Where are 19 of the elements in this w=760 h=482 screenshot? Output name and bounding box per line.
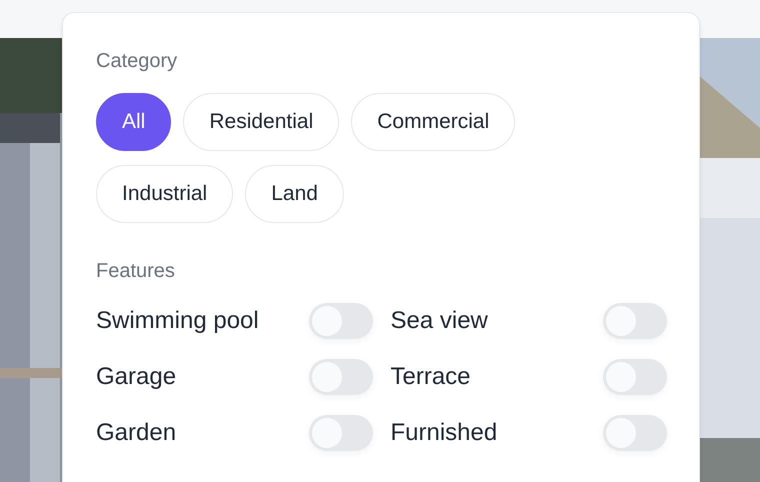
toggle-switch[interactable] [308, 303, 372, 339]
section-title: Category [96, 49, 178, 74]
toggle-switch[interactable] [308, 359, 372, 395]
toggle-switch[interactable] [308, 415, 372, 451]
section-title: Features [96, 259, 176, 284]
feature-label: Garage [96, 362, 176, 392]
feature-label: Sea view [390, 306, 488, 336]
toggle-switch[interactable] [603, 303, 667, 339]
toggle-switch[interactable] [603, 415, 667, 451]
category-chip[interactable]: All [96, 93, 172, 151]
feature-label: Swimming pool [96, 306, 259, 336]
category-chip[interactable]: Residential [183, 93, 340, 151]
toggle-switch[interactable] [603, 359, 667, 395]
category-chip[interactable]: Land [245, 165, 344, 223]
category-chip[interactable]: Commercial [351, 93, 516, 151]
feature-label: Furnished [390, 418, 498, 448]
category-chip[interactable]: Industrial [96, 165, 234, 223]
feature-label: Garden [96, 418, 176, 448]
feature-label: Terrace [390, 362, 471, 392]
